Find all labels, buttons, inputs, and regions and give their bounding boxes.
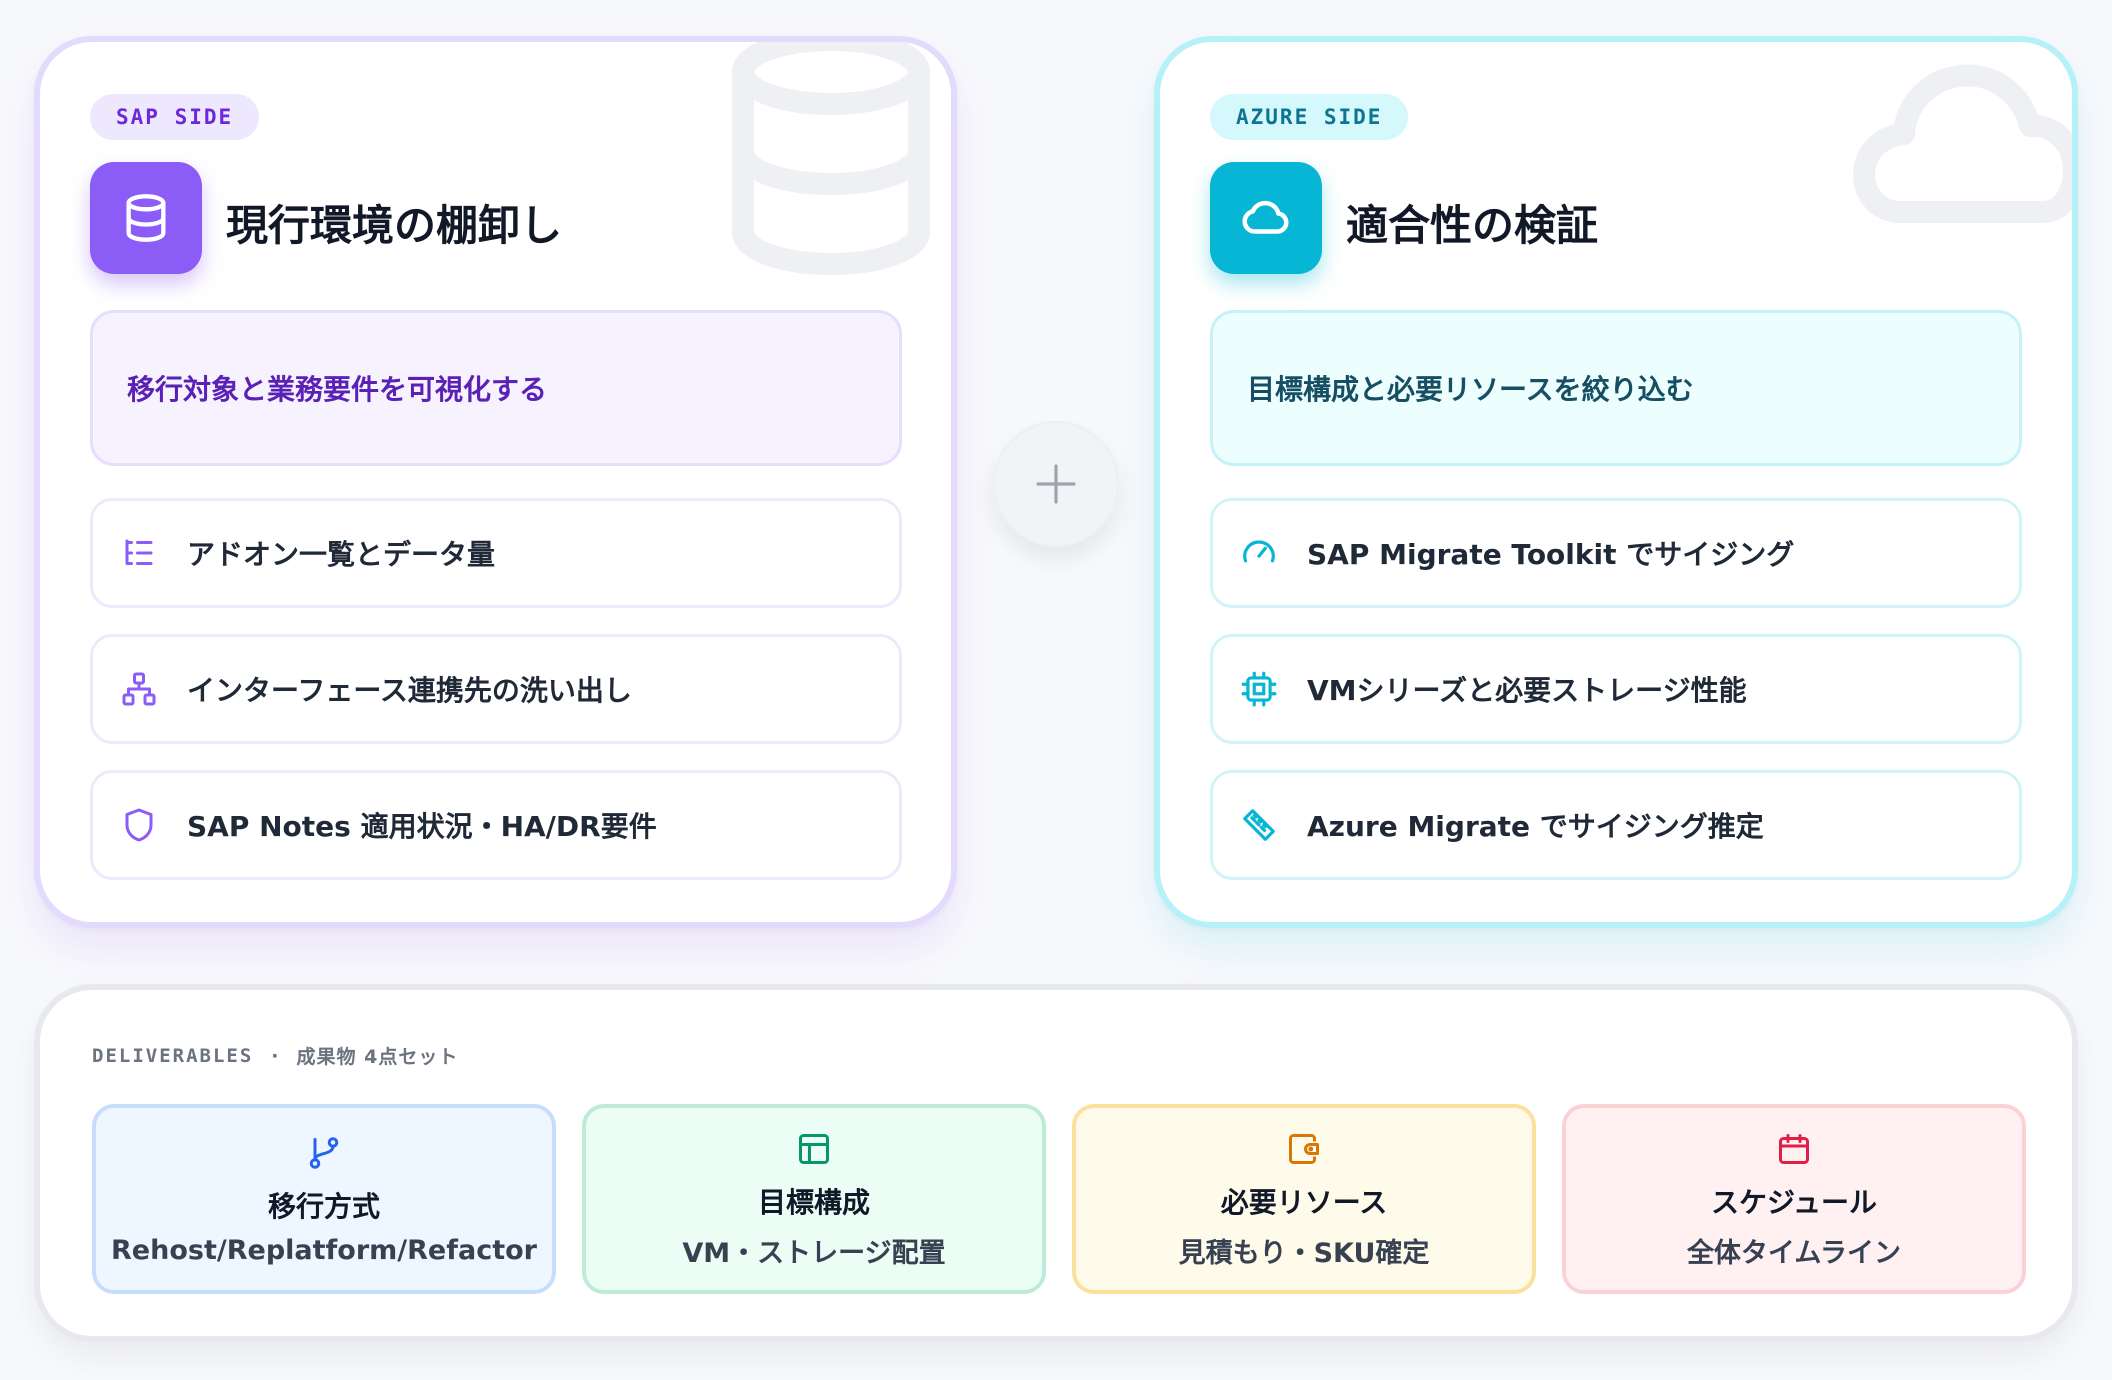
database-watermark-icon xyxy=(732,42,930,276)
deliverable-subtitle: 見積もり・SKU確定 xyxy=(1178,1237,1430,1269)
deliverable-tile-target-architecture: 目標構成 VM・ストレージ配置 xyxy=(582,1104,1046,1294)
deliverable-tile-schedule: スケジュール 全体タイムライン xyxy=(1562,1104,2026,1294)
deliverable-subtitle: Rehost/Replatform/Refactor xyxy=(111,1234,537,1266)
azure-side-badge: AZURE SIDE xyxy=(1210,94,1409,140)
plus-icon xyxy=(1036,464,1076,504)
deliverables-tiles: 移行方式 Rehost/Replatform/Refactor 目標構成 VM・… xyxy=(92,1104,2026,1294)
azure-side-card: AZURE SIDE 適合性の検証 目標構成と必要リソースを絞り込む SAP M… xyxy=(1154,36,2078,928)
cloud-icon xyxy=(1210,162,1322,274)
deliverable-title: 必要リソース xyxy=(1220,1185,1388,1219)
azure-item-list: SAP Migrate Toolkit でサイジング VMシリーズと必要ストレー… xyxy=(1210,498,2022,906)
calendar-icon xyxy=(1774,1129,1814,1169)
layout-icon xyxy=(794,1129,834,1169)
sap-item-notes: SAP Notes 適用状況・HA/DR要件 xyxy=(90,770,902,880)
azure-item-vm-series: VMシリーズと必要ストレージ性能 xyxy=(1210,634,2022,744)
sap-goal-box: 移行対象と業務要件を可視化する xyxy=(90,310,902,466)
azure-item-toolkit: SAP Migrate Toolkit でサイジング xyxy=(1210,498,2022,608)
sap-side-badge: SAP SIDE xyxy=(90,94,260,140)
page: SAP SIDE 現行環境の棚卸し 移行対象と業務要件を可視化する アドオン一覧… xyxy=(0,0,2112,1380)
deliverable-title: 移行方式 xyxy=(267,1189,380,1223)
list-tree-icon xyxy=(119,533,159,573)
deliverable-title: 目標構成 xyxy=(757,1185,870,1219)
wallet-icon xyxy=(1284,1129,1324,1169)
deliverables-separator: · xyxy=(271,1044,279,1067)
deliverables-heading: DELIVERABLES · 成果物 4点セット xyxy=(92,1042,458,1069)
cpu-chip-icon xyxy=(1239,669,1279,709)
azure-card-title: 適合性の検証 xyxy=(1346,201,1599,250)
sap-item-label: アドオン一覧とデータ量 xyxy=(187,538,496,571)
azure-item-label: VMシリーズと必要ストレージ性能 xyxy=(1307,674,1747,707)
deliverable-tile-resources: 必要リソース 見積もり・SKU確定 xyxy=(1072,1104,1536,1294)
deliverables-panel: DELIVERABLES · 成果物 4点セット 移行方式 Rehost/Rep… xyxy=(34,984,2078,1342)
deliverable-title: スケジュール xyxy=(1710,1185,1878,1219)
sap-item-interfaces: インターフェース連携先の洗い出し xyxy=(90,634,902,744)
network-icon xyxy=(119,669,159,709)
deliverable-tile-migration-method: 移行方式 Rehost/Replatform/Refactor xyxy=(92,1104,556,1294)
ruler-icon xyxy=(1239,805,1279,845)
sap-card-title: 現行環境の棚卸し xyxy=(226,201,563,250)
azure-goal-box: 目標構成と必要リソースを絞り込む xyxy=(1210,310,2022,466)
deliverable-subtitle: VM・ストレージ配置 xyxy=(682,1237,946,1269)
sap-item-list: アドオン一覧とデータ量 インターフェース連携先の洗い出し SAP Notes 適… xyxy=(90,498,902,906)
sap-item-label: インターフェース連携先の洗い出し xyxy=(187,674,632,707)
deliverable-subtitle: 全体タイムライン xyxy=(1686,1237,1902,1269)
azure-item-label: SAP Migrate Toolkit でサイジング xyxy=(1307,538,1795,571)
sap-item-label: SAP Notes 適用状況・HA/DR要件 xyxy=(187,810,657,843)
deliverables-label-en: DELIVERABLES xyxy=(92,1044,254,1067)
deliverables-label-jp: 成果物 4点セット xyxy=(296,1046,459,1068)
cloud-watermark-icon xyxy=(1853,64,2072,223)
gauge-icon xyxy=(1239,533,1279,573)
shield-icon xyxy=(119,805,159,845)
azure-item-migrate: Azure Migrate でサイジング推定 xyxy=(1210,770,2022,880)
git-branch-icon xyxy=(304,1133,344,1173)
azure-item-label: Azure Migrate でサイジング推定 xyxy=(1307,810,1764,843)
plus-connector xyxy=(993,421,1119,547)
sap-side-card: SAP SIDE 現行環境の棚卸し 移行対象と業務要件を可視化する アドオン一覧… xyxy=(34,36,957,928)
database-icon xyxy=(90,162,202,274)
sap-item-addons: アドオン一覧とデータ量 xyxy=(90,498,902,608)
